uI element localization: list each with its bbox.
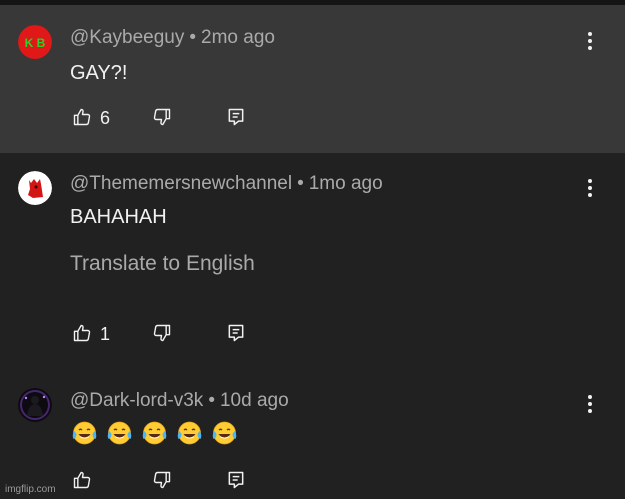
translate-link[interactable]: Translate to English bbox=[70, 252, 255, 276]
more-options-button[interactable] bbox=[583, 29, 597, 53]
more-options-button[interactable] bbox=[583, 176, 597, 200]
comment-meta: @Dark-lord-v3k • 10d ago bbox=[70, 390, 289, 412]
like-button[interactable] bbox=[72, 323, 92, 343]
avatar[interactable] bbox=[18, 171, 52, 205]
laughing-tears-emoji bbox=[212, 421, 237, 445]
like-button[interactable] bbox=[72, 470, 92, 490]
reply-button[interactable] bbox=[226, 470, 246, 490]
more-dot bbox=[588, 409, 592, 413]
like-count: 6 bbox=[100, 108, 111, 128]
like-button[interactable] bbox=[72, 107, 92, 127]
laughing-tears-emoji bbox=[72, 421, 97, 445]
comment-time[interactable]: 10d ago bbox=[220, 390, 289, 411]
avatar[interactable]: K B bbox=[18, 25, 52, 59]
comment-author[interactable]: @Dark-lord-v3k bbox=[70, 390, 203, 411]
dislike-button[interactable] bbox=[152, 107, 172, 127]
thumb-up-icon bbox=[73, 471, 91, 489]
imgflip-watermark: imgflip.com bbox=[5, 484, 56, 495]
reply-icon bbox=[228, 324, 244, 342]
comment-meta: @Kaybeeguy • 2mo ago bbox=[70, 27, 275, 49]
avatar-image: K B bbox=[18, 25, 52, 59]
comment-item: K B @Kaybeeguy • 2mo ago GAY?! 6 bbox=[0, 5, 625, 153]
thumb-down-icon bbox=[153, 471, 171, 489]
more-dot bbox=[588, 46, 592, 50]
avatar[interactable] bbox=[18, 388, 52, 422]
thumb-up-icon bbox=[73, 324, 91, 342]
meta-separator: • bbox=[208, 390, 215, 411]
comment-time[interactable]: 2mo ago bbox=[201, 27, 275, 48]
comment-author[interactable]: @Kaybeeguy bbox=[70, 27, 184, 48]
more-dot bbox=[588, 402, 592, 406]
comments-page: K B @Kaybeeguy • 2mo ago GAY?! 6 @Themem… bbox=[0, 0, 625, 499]
reply-button[interactable] bbox=[226, 107, 246, 127]
thumb-up-icon bbox=[73, 108, 91, 126]
more-vertical-icon bbox=[588, 179, 592, 183]
reply-icon bbox=[228, 108, 244, 126]
reply-button[interactable] bbox=[226, 323, 246, 343]
dislike-button[interactable] bbox=[152, 323, 172, 343]
more-dot bbox=[588, 186, 592, 190]
comment-text: BAHAHAH bbox=[70, 206, 167, 228]
comment-text: GAY?! bbox=[70, 62, 128, 84]
laughing-tears-emoji bbox=[177, 421, 202, 445]
comment-time[interactable]: 1mo ago bbox=[309, 173, 383, 194]
more-dot bbox=[588, 193, 592, 197]
more-vertical-icon bbox=[588, 32, 592, 36]
thumb-down-icon bbox=[153, 108, 171, 126]
comment-item: @Thememersnewchannel • 1mo ago BAHAHAH Tra… bbox=[0, 153, 625, 370]
meta-separator: • bbox=[189, 27, 197, 48]
comment-item: @Dark-lord-v3k • 10d ago bbox=[0, 370, 625, 499]
avatar-image bbox=[18, 171, 52, 205]
avatar-image bbox=[18, 388, 52, 422]
more-options-button[interactable] bbox=[583, 392, 597, 416]
like-count: 1 bbox=[100, 324, 111, 344]
thumb-down-icon bbox=[153, 324, 171, 342]
laughing-tears-emoji bbox=[142, 421, 167, 445]
reply-icon bbox=[228, 471, 244, 489]
more-vertical-icon bbox=[588, 395, 592, 399]
more-dot bbox=[588, 39, 592, 43]
comment-author[interactable]: @Thememersnewchannel bbox=[70, 173, 292, 194]
avatar-initials: K B bbox=[25, 36, 46, 50]
dislike-button[interactable] bbox=[152, 470, 172, 490]
emoji-row bbox=[70, 420, 239, 446]
laughing-tears-emoji bbox=[107, 421, 132, 445]
comment-meta: @Thememersnewchannel • 1mo ago bbox=[70, 173, 383, 195]
meta-separator: • bbox=[297, 173, 304, 194]
